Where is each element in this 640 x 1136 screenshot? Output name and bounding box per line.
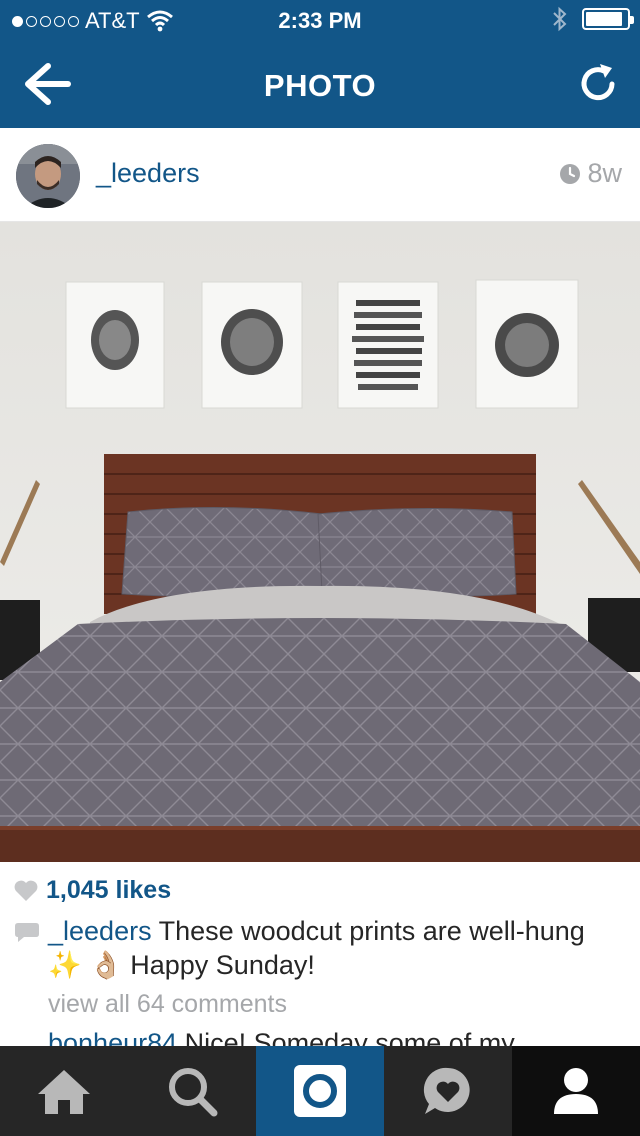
bluetooth-icon [553, 6, 567, 32]
likes-row[interactable]: 1,045 likes [14, 876, 171, 905]
caption-row: _leeders These woodcut prints are well-h… [14, 914, 614, 982]
tab-bar [0, 1046, 640, 1136]
nav-bar: PHOTO [0, 40, 640, 128]
view-all-comments-link[interactable]: view all 64 comments [48, 990, 287, 1019]
print-1 [65, 281, 165, 409]
print-2 [201, 281, 303, 409]
refresh-button[interactable] [574, 60, 622, 108]
post-age: 8w [559, 158, 622, 189]
person-icon [554, 1068, 598, 1114]
top-bar: AT&T 2:33 PM PHOTO [0, 0, 640, 128]
tab-activity[interactable] [384, 1046, 512, 1136]
tab-camera[interactable] [256, 1046, 384, 1136]
comment-username[interactable]: bonheur84 [48, 1028, 177, 1046]
camera-icon [294, 1065, 346, 1117]
heart-icon [14, 880, 38, 901]
status-bar: AT&T 2:33 PM [0, 0, 640, 40]
page-title: PHOTO [263, 68, 377, 103]
search-icon [169, 1068, 218, 1117]
clock-icon [560, 163, 581, 184]
post-header: _leeders 8w [0, 128, 640, 222]
post-username[interactable]: _leeders [96, 158, 200, 189]
comment-row: bonheur84 Nice! Someday some of my [48, 1028, 515, 1046]
print-4 [475, 279, 579, 409]
post-photo[interactable] [0, 222, 640, 862]
caption: _leeders These woodcut prints are well-h… [48, 914, 614, 982]
tab-home[interactable] [0, 1046, 128, 1136]
heart-bubble-icon [423, 1067, 470, 1114]
caption-username[interactable]: _leeders [48, 916, 152, 946]
status-time: 2:33 PM [278, 8, 362, 33]
post-meta: 1,045 likes _leeders These woodcut print… [0, 862, 640, 1046]
comment-bubble-icon [15, 923, 39, 942]
status-right [552, 6, 634, 32]
refresh-icon [581, 64, 615, 101]
comment-text: Nice! Someday some of my [177, 1028, 515, 1046]
tab-search[interactable] [128, 1046, 256, 1136]
print-3 [337, 281, 439, 409]
tab-profile[interactable] [512, 1046, 640, 1136]
post-age-label: 8w [587, 158, 622, 188]
likes-count[interactable]: 1,045 likes [46, 876, 171, 905]
battery-icon [582, 8, 634, 30]
home-icon [38, 1070, 90, 1114]
avatar[interactable] [16, 144, 80, 208]
